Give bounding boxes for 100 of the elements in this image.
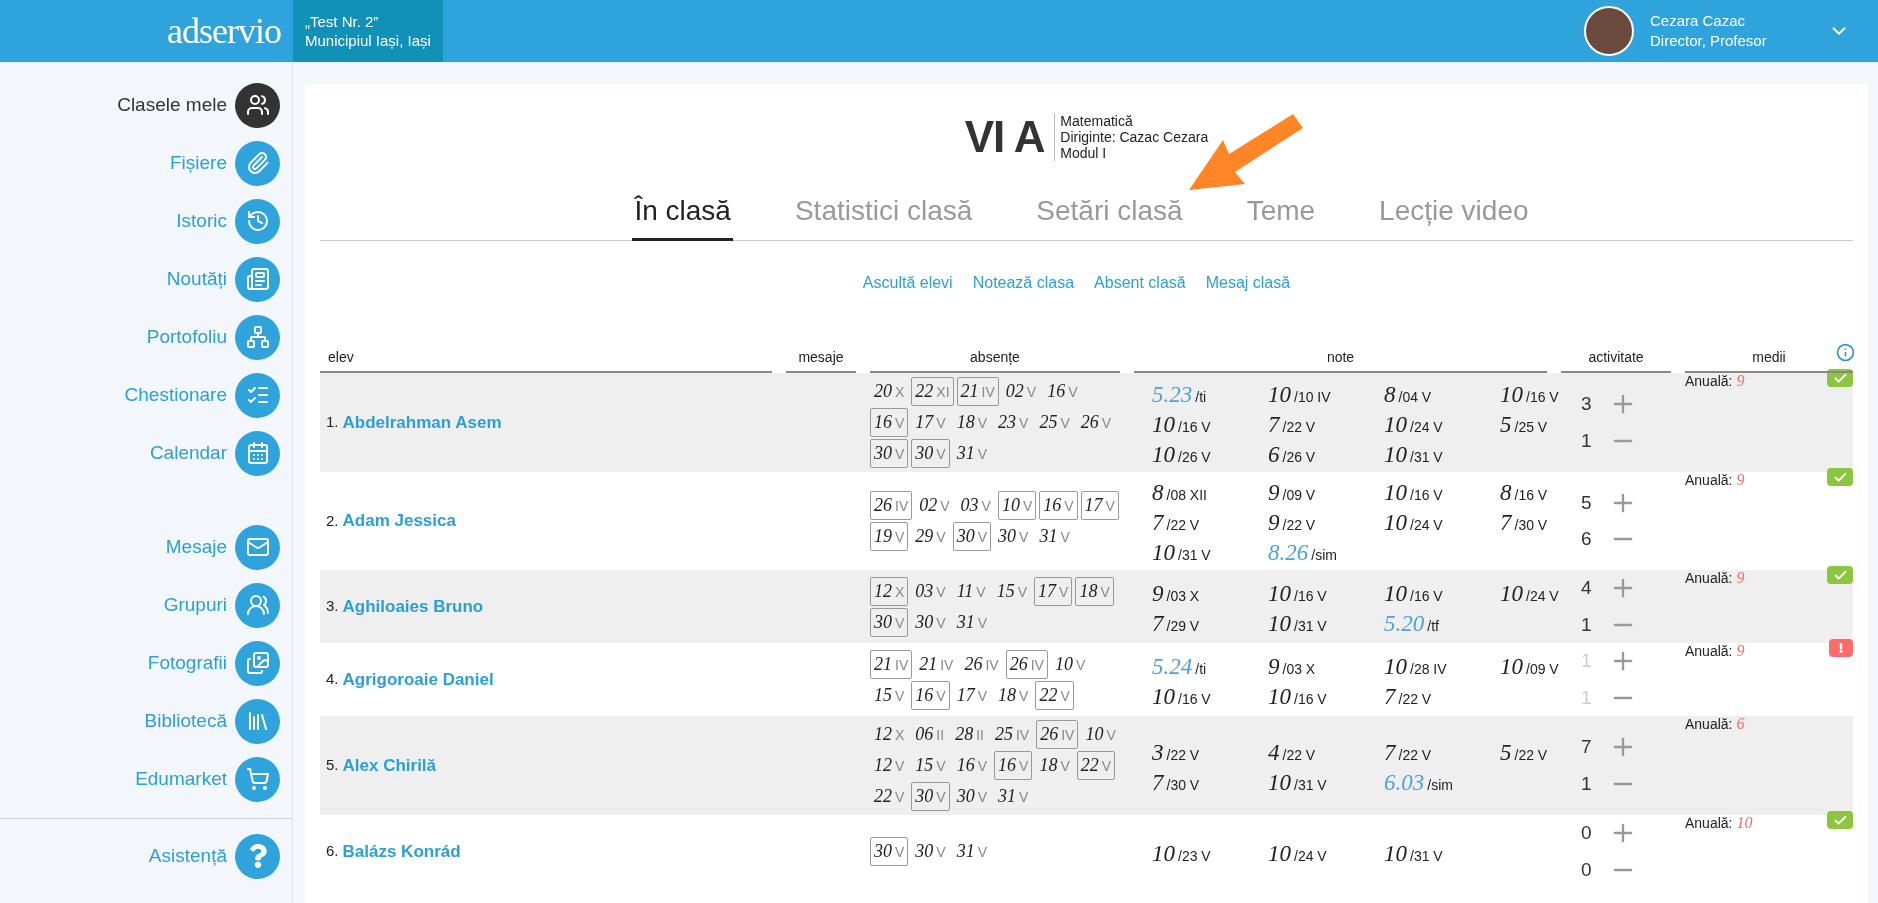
head-teacher: Diriginte: Cazac Cezara xyxy=(1060,129,1209,145)
absence-date: 19 V xyxy=(870,522,909,551)
books-icon[interactable] xyxy=(235,698,280,744)
grade[interactable]: 8/04 V xyxy=(1384,377,1432,408)
info-icon[interactable] xyxy=(1836,343,1855,362)
newspaper-icon[interactable] xyxy=(235,256,280,302)
row-number: 6. xyxy=(326,841,339,862)
grade[interactable]: 10/16 V xyxy=(1384,476,1443,506)
grade[interactable]: 10/31 V xyxy=(1268,765,1327,796)
absence-date: 17 V xyxy=(914,411,947,434)
average-grade[interactable]: 5.24/ti xyxy=(1152,649,1207,680)
grade[interactable]: 10/23 V xyxy=(1152,836,1211,867)
absence-date: 06 II xyxy=(914,723,946,746)
grade[interactable]: 6/26 V xyxy=(1268,437,1316,468)
grade[interactable]: 10/16 V xyxy=(1500,377,1559,408)
sidebar-link[interactable]: Clasele mele xyxy=(117,90,227,120)
grade[interactable]: 10/31 V xyxy=(1152,536,1211,566)
absence-date: 10 V xyxy=(1084,723,1117,746)
grade[interactable]: 9/09 V xyxy=(1268,476,1316,506)
mail-icon[interactable] xyxy=(235,524,280,570)
grade[interactable]: 10/10 IV xyxy=(1268,377,1331,408)
absence-date: 31 V xyxy=(955,840,989,863)
grade[interactable]: 7/22 V xyxy=(1384,679,1432,710)
grade[interactable]: 10/31 V xyxy=(1384,437,1443,468)
grade[interactable]: 10/09 V xyxy=(1500,649,1559,680)
history-icon[interactable] xyxy=(235,198,280,244)
photos-icon[interactable] xyxy=(235,640,280,686)
grade[interactable]: 7/30 V xyxy=(1500,506,1548,536)
absence-date: 16 V xyxy=(994,751,1033,780)
average-grade[interactable]: 8.26/sim xyxy=(1268,536,1337,566)
absence-date: 30 V xyxy=(870,439,909,468)
grade[interactable]: 10/28 IV xyxy=(1384,649,1447,680)
network-icon[interactable] xyxy=(235,314,280,360)
grade[interactable]: 10/16 V xyxy=(1268,576,1327,607)
grade[interactable]: 3/22 V xyxy=(1152,735,1200,766)
checklist-icon[interactable] xyxy=(235,372,280,418)
cart-icon[interactable] xyxy=(235,756,280,802)
people-icon[interactable] xyxy=(235,82,280,128)
average-grade[interactable]: 6.03/sim xyxy=(1384,765,1453,796)
absence-date: 26 IV xyxy=(870,491,913,520)
absence-date: 18 V xyxy=(1038,754,1071,777)
grade[interactable]: 9/22 V xyxy=(1268,506,1316,536)
grade[interactable]: 7/29 V xyxy=(1152,606,1200,637)
absence-date: 26 IV xyxy=(1005,649,1048,679)
grade[interactable]: 7/22 V xyxy=(1268,407,1316,438)
grade[interactable]: 5/25 V xyxy=(1500,407,1548,438)
question-icon[interactable] xyxy=(235,833,280,879)
absence-date: 22 V xyxy=(873,785,906,808)
grade[interactable]: 8/16 V xyxy=(1500,476,1548,506)
calendar-icon[interactable] xyxy=(235,430,280,476)
grade[interactable]: 5/22 V xyxy=(1500,735,1548,766)
grade[interactable]: 10/16 V xyxy=(1384,576,1443,607)
grade[interactable]: 10/31 V xyxy=(1268,606,1327,637)
absence-date: 21 IV xyxy=(918,652,955,676)
plus-count: 0 xyxy=(1581,821,1593,845)
grade[interactable]: 7/22 V xyxy=(1384,735,1432,766)
annual-average: Anuală: 9 xyxy=(1685,568,1745,588)
group-icon[interactable] xyxy=(235,582,280,628)
minus-count: 0 xyxy=(1581,857,1593,882)
paperclip-icon[interactable] xyxy=(235,140,280,186)
row-number: 5. xyxy=(326,755,339,776)
plus-count: 7 xyxy=(1581,735,1593,759)
grade[interactable]: 7/22 V xyxy=(1152,506,1200,536)
minus-count: 1 xyxy=(1581,771,1593,796)
row-number: 3. xyxy=(326,596,339,617)
annual-average: Anuală: 10 xyxy=(1685,813,1753,833)
absence-date: 18 V xyxy=(955,411,989,434)
absence-date: 03 V xyxy=(959,494,992,517)
absence-date: 30 V xyxy=(870,837,909,866)
absence-date: 12 X xyxy=(870,576,909,606)
grade[interactable]: 10/24 V xyxy=(1500,576,1559,607)
grade[interactable]: 10/31 V xyxy=(1384,836,1443,867)
absence-date: 03 V xyxy=(914,579,947,603)
grade[interactable]: 10/24 V xyxy=(1384,407,1443,438)
grade[interactable]: 10/24 V xyxy=(1268,836,1327,867)
absence-date: 26 IV xyxy=(963,652,1000,676)
absence-date: 12 V xyxy=(873,754,906,777)
grade[interactable]: 7/30 V xyxy=(1152,765,1200,796)
grade[interactable]: 9/03 X xyxy=(1152,576,1200,607)
annual-average: Anuală: 9 xyxy=(1685,470,1745,490)
grade[interactable]: 10/24 V xyxy=(1384,506,1443,536)
tab[interactable]: În clasă xyxy=(632,190,733,241)
absence-date: 15 V xyxy=(995,579,1029,603)
grade[interactable]: 10/16 V xyxy=(1152,407,1211,438)
grade[interactable]: 10/26 V xyxy=(1152,437,1211,468)
average-grade[interactable]: 5.20/tf xyxy=(1384,606,1439,637)
avatar[interactable] xyxy=(1584,6,1634,56)
module: Modul I xyxy=(1060,145,1108,161)
absence-date: 26 V xyxy=(1079,411,1113,434)
school-selector[interactable]: „Test Nr. 2” Municipiul Iași, Iași xyxy=(293,0,443,62)
grade[interactable]: 10/16 V xyxy=(1268,679,1327,710)
average-grade[interactable]: 5.23/ti xyxy=(1152,377,1207,408)
grade[interactable]: 8/08 XII xyxy=(1152,476,1207,506)
grade[interactable]: 4/22 V xyxy=(1268,735,1316,766)
absence-date: 30 V xyxy=(870,607,909,637)
grade[interactable]: 10/16 V xyxy=(1152,679,1211,710)
absence-date: 30 V xyxy=(955,785,989,808)
absence-date: 31 V xyxy=(1038,525,1071,548)
absence-date: 18 V xyxy=(997,683,1030,707)
grade[interactable]: 9/03 X xyxy=(1268,649,1316,680)
